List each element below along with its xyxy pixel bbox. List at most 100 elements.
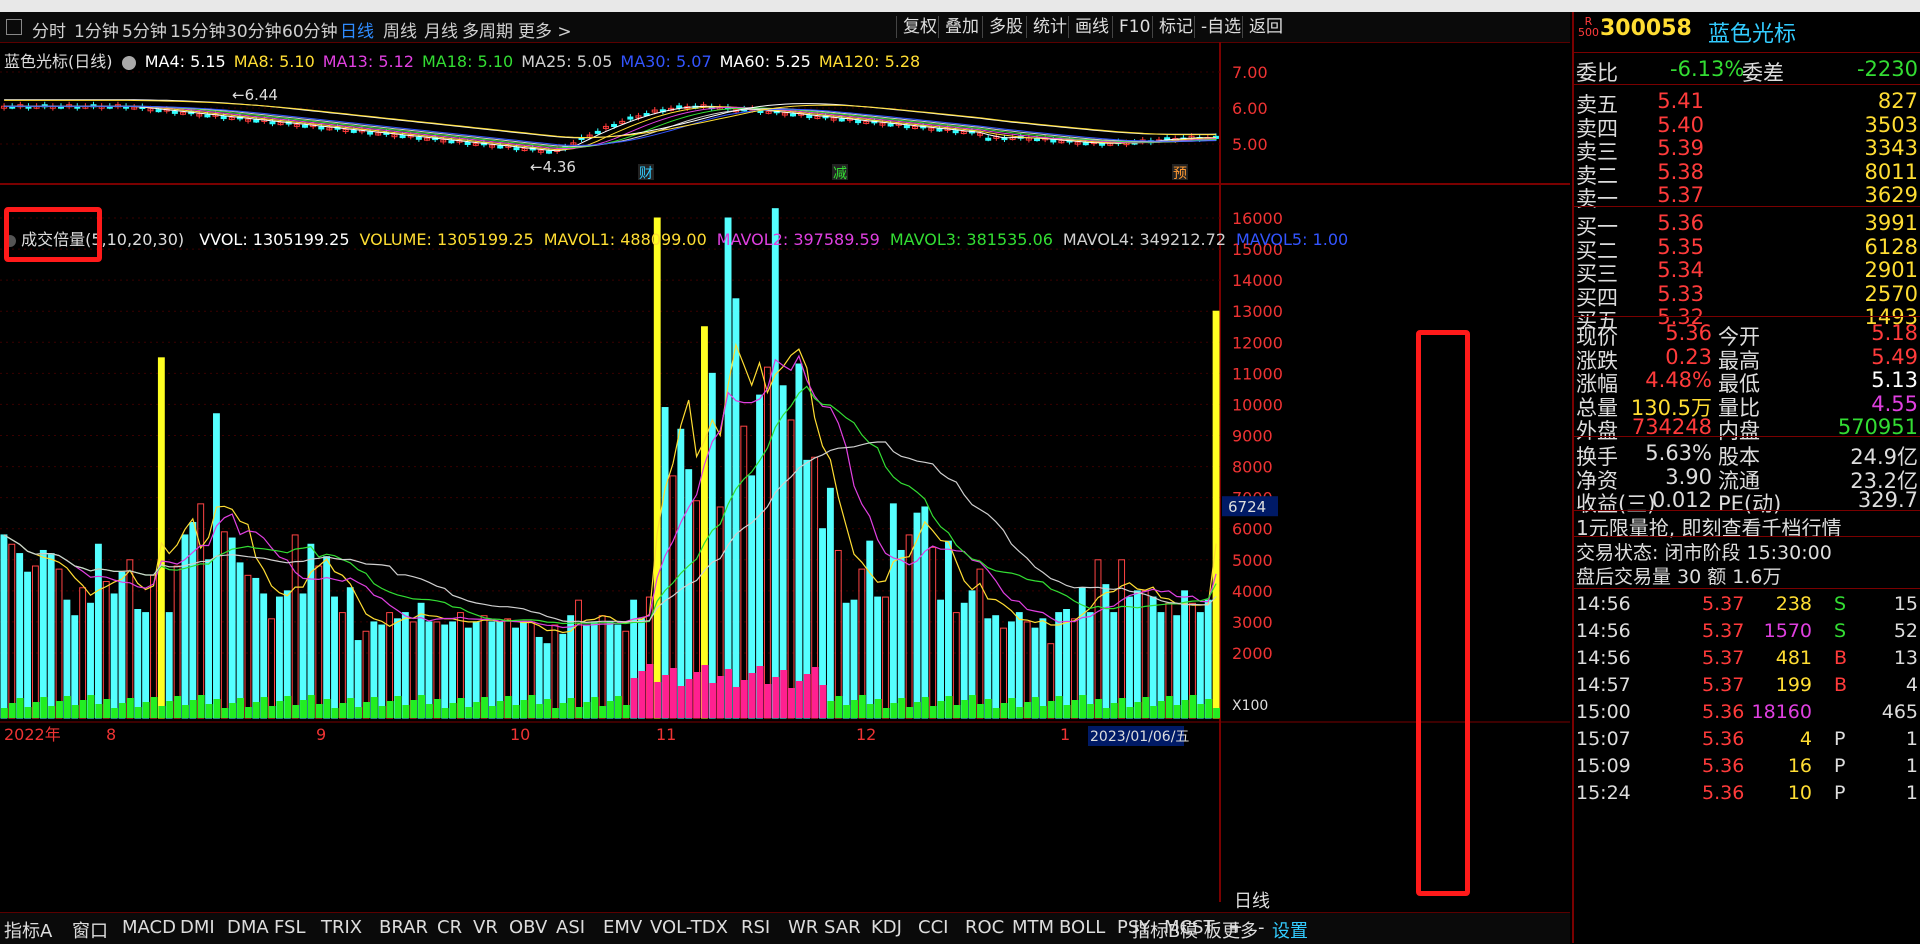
vvol-bar (268, 706, 276, 718)
period-tab-0[interactable]: 分时 (32, 17, 66, 42)
vvol-bar (748, 673, 756, 718)
indicator-right-tab-3[interactable]: - (1258, 917, 1265, 938)
vol-tick-10: 6000 (1232, 520, 1273, 539)
indicator-tab-10[interactable]: OBV (509, 917, 547, 938)
x-label-1: 8 (106, 725, 116, 744)
volume-bar (55, 568, 63, 719)
volume-bar (299, 593, 307, 719)
toolbar-button-1[interactable]: 叠加 (938, 16, 985, 38)
candle (448, 140, 455, 144)
vol-tick-12: 4000 (1232, 582, 1273, 601)
vvol-bar (48, 706, 56, 718)
toolbar-button-0[interactable]: 复权 (896, 16, 943, 38)
vvol-bar (142, 702, 150, 718)
tick-price: 5.37 (1702, 647, 1745, 669)
vvol-bar (1181, 700, 1189, 718)
indicator-tab-1[interactable]: 窗口 (72, 917, 108, 943)
indicator-right-tab-0[interactable]: 指标B (1132, 917, 1180, 943)
indicator-tab-14[interactable]: RSI (741, 917, 770, 938)
tick-time: 15:00 (1576, 701, 1631, 723)
indicator-tab-20[interactable]: MTM (1012, 917, 1054, 938)
candle (627, 116, 634, 120)
indicator-tab-2[interactable]: MACD (122, 917, 176, 938)
vvol-bar (622, 705, 630, 718)
indicator-tab-21[interactable]: BOLL (1059, 917, 1105, 938)
indicator-tab-5[interactable]: FSL (274, 917, 306, 938)
indicator-right-tab-1[interactable]: 模 板 (1180, 917, 1222, 943)
toolbar-button-2[interactable]: 多股 (982, 16, 1029, 38)
indicator-tab-11[interactable]: ASI (556, 917, 585, 938)
indicator-tab-6[interactable]: TRIX (321, 917, 362, 938)
toolbar-button-3[interactable]: 统计 (1026, 16, 1073, 38)
toolbar-button-6[interactable]: 标记 (1152, 16, 1199, 38)
period-tab-3[interactable]: 15分钟 (170, 17, 226, 42)
candle (464, 141, 471, 145)
tick-price: 5.37 (1702, 620, 1745, 642)
period-tab-6[interactable]: 日线 (340, 17, 374, 42)
toolbar-button-5[interactable]: F10 (1112, 16, 1156, 38)
indicator-tab-17[interactable]: KDJ (871, 917, 902, 938)
toolbar-button-4[interactable]: 画线 (1068, 16, 1115, 38)
period-tab-7[interactable]: 周线 (383, 17, 417, 42)
indicator-right-tab-2[interactable]: + (1228, 917, 1243, 938)
tick-flag: P (1834, 728, 1846, 750)
indicator-tab-7[interactable]: BRAR (379, 917, 428, 938)
vvol-bar (300, 700, 307, 718)
indicator-tab-9[interactable]: VR (473, 917, 498, 938)
tick-flag: B (1834, 647, 1848, 669)
period-tab-1[interactable]: 1分钟 (74, 17, 119, 42)
toolbar-button-8[interactable]: 返回 (1242, 16, 1289, 38)
indicator-tab-19[interactable]: ROC (965, 917, 1004, 938)
vvol-bar (56, 701, 63, 718)
candle (1050, 139, 1057, 143)
vvol-bar (1039, 706, 1047, 718)
stat-value: 5.49 (1871, 344, 1918, 369)
vvol-bar (874, 699, 882, 718)
indicator-tab-15[interactable]: WR (788, 917, 818, 938)
indicator-tab-8[interactable]: CR (437, 917, 462, 938)
period-tab-4[interactable]: 30分钟 (226, 17, 282, 42)
menu-icon[interactable] (6, 19, 22, 35)
period-tab-8[interactable]: 月线 (424, 17, 458, 42)
vvol-bar (914, 702, 921, 718)
indicator-tab-0[interactable]: 指标A (4, 917, 52, 943)
indicator-tab-3[interactable]: DMI (180, 917, 215, 938)
indicator-tab-12[interactable]: EMV (603, 917, 642, 938)
period-tab-10[interactable]: 更多 > (518, 17, 572, 42)
vvol-bar (197, 695, 205, 718)
indicator-tab-13[interactable]: VOL-TDX (650, 917, 728, 938)
toolbar-button-7[interactable]: -自选 (1194, 16, 1247, 38)
tick-row: 15:07 5.36 4 P 1 (1574, 727, 1920, 754)
indicator-tab-18[interactable]: CCI (918, 917, 948, 938)
period-tab-9[interactable]: 多周期 (462, 17, 513, 42)
stat-value: 5.13 (1871, 368, 1918, 392)
tick-count: 4 (1905, 674, 1918, 696)
volume-bar (331, 596, 338, 719)
indicator-tab-25[interactable]: 设置 (1272, 917, 1308, 943)
vvol-bar (614, 696, 622, 718)
tick-row: 15:00 5.36 18160 465 (1574, 700, 1920, 727)
price-tick-1: 6.00 (1232, 99, 1268, 118)
event-marker-1[interactable]: 减 (833, 166, 847, 182)
candle (806, 115, 813, 119)
volume-bar (24, 571, 31, 719)
period-tab-5[interactable]: 60分钟 (282, 17, 338, 42)
vvol-bar (1000, 703, 1008, 718)
vvol-bar (1016, 707, 1024, 718)
volume-bar (1212, 310, 1220, 719)
event-marker-0[interactable]: 财 (639, 166, 653, 182)
vvol-bar (457, 698, 465, 718)
volume-bar (1086, 612, 1094, 719)
indicator-tab-4[interactable]: DMA (227, 917, 269, 938)
volume-bar (1173, 615, 1181, 719)
vvol-bar (449, 703, 457, 718)
volume-bar (622, 630, 630, 719)
chart-canvas[interactable]: 7.006.005.00←6.44←4.36 财减预160001500014000… (0, 42, 1570, 902)
vvol-bar (835, 696, 843, 718)
volume-bar (551, 624, 559, 719)
vvol-bar (1063, 705, 1071, 718)
vvol-bar (583, 702, 591, 718)
indicator-tab-16[interactable]: SAR (824, 917, 861, 938)
period-tab-2[interactable]: 5分钟 (122, 17, 167, 42)
event-marker-2[interactable]: 预 (1173, 166, 1187, 182)
